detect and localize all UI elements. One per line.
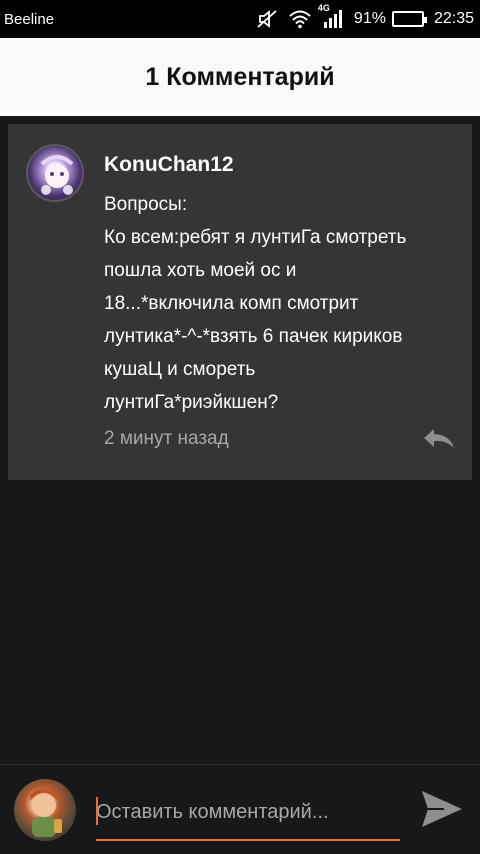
comment-card: KonuChan12 Вопросы: Ко всем:ребят я лунт… [8,124,472,480]
clock: 22:35 [433,10,474,27]
signal-icon: 4G [318,3,344,29]
comment-timestamp: 2 минут назад [104,428,229,449]
header: 1 Комментарий [0,38,480,116]
comment-text: Вопросы: Ко всем:ребят я лунтиГа смотрет… [104,188,464,419]
send-icon[interactable] [420,787,464,831]
battery-status: 91% [353,10,427,28]
comment-line: Ко всем:ребят я лунтиГа смотреть [104,227,407,248]
anime-avatar-image [40,155,74,195]
comment-line: лунтиГа*риэйкшен? [104,392,279,413]
battery-percent: 91% [353,10,386,27]
avatar[interactable] [26,144,84,202]
comment-input[interactable] [96,791,400,833]
text-caret [96,797,98,825]
comment-author[interactable]: KonuChan12 [104,153,234,177]
page-title: 1 Комментарий [145,62,335,91]
network-type-label: 4G [317,3,330,13]
reply-icon[interactable] [422,426,456,452]
comment-line: кушаЦ и смореть [104,359,256,380]
comment-compose-bar [0,764,480,854]
carrier-label: Beeline [4,10,55,28]
status-icons: 4G 91% 22:35 [256,3,474,29]
current-user-avatar[interactable] [14,779,76,841]
comment-line: Вопросы: [104,194,188,215]
user-avatar-image [30,788,62,837]
comment-line: лунтика*-^-*взять 6 пачек кириков [104,326,403,347]
status-bar: Beeline 4G 91% 22:35 [0,0,480,38]
comment-input-wrapper [96,791,400,841]
comment-line: 18...*включила комп смотрит [104,293,359,314]
wifi-icon [288,9,312,29]
comment-line: пошла хоть моей ос и [104,260,297,281]
battery-icon [391,11,427,27]
mute-icon [256,9,278,29]
